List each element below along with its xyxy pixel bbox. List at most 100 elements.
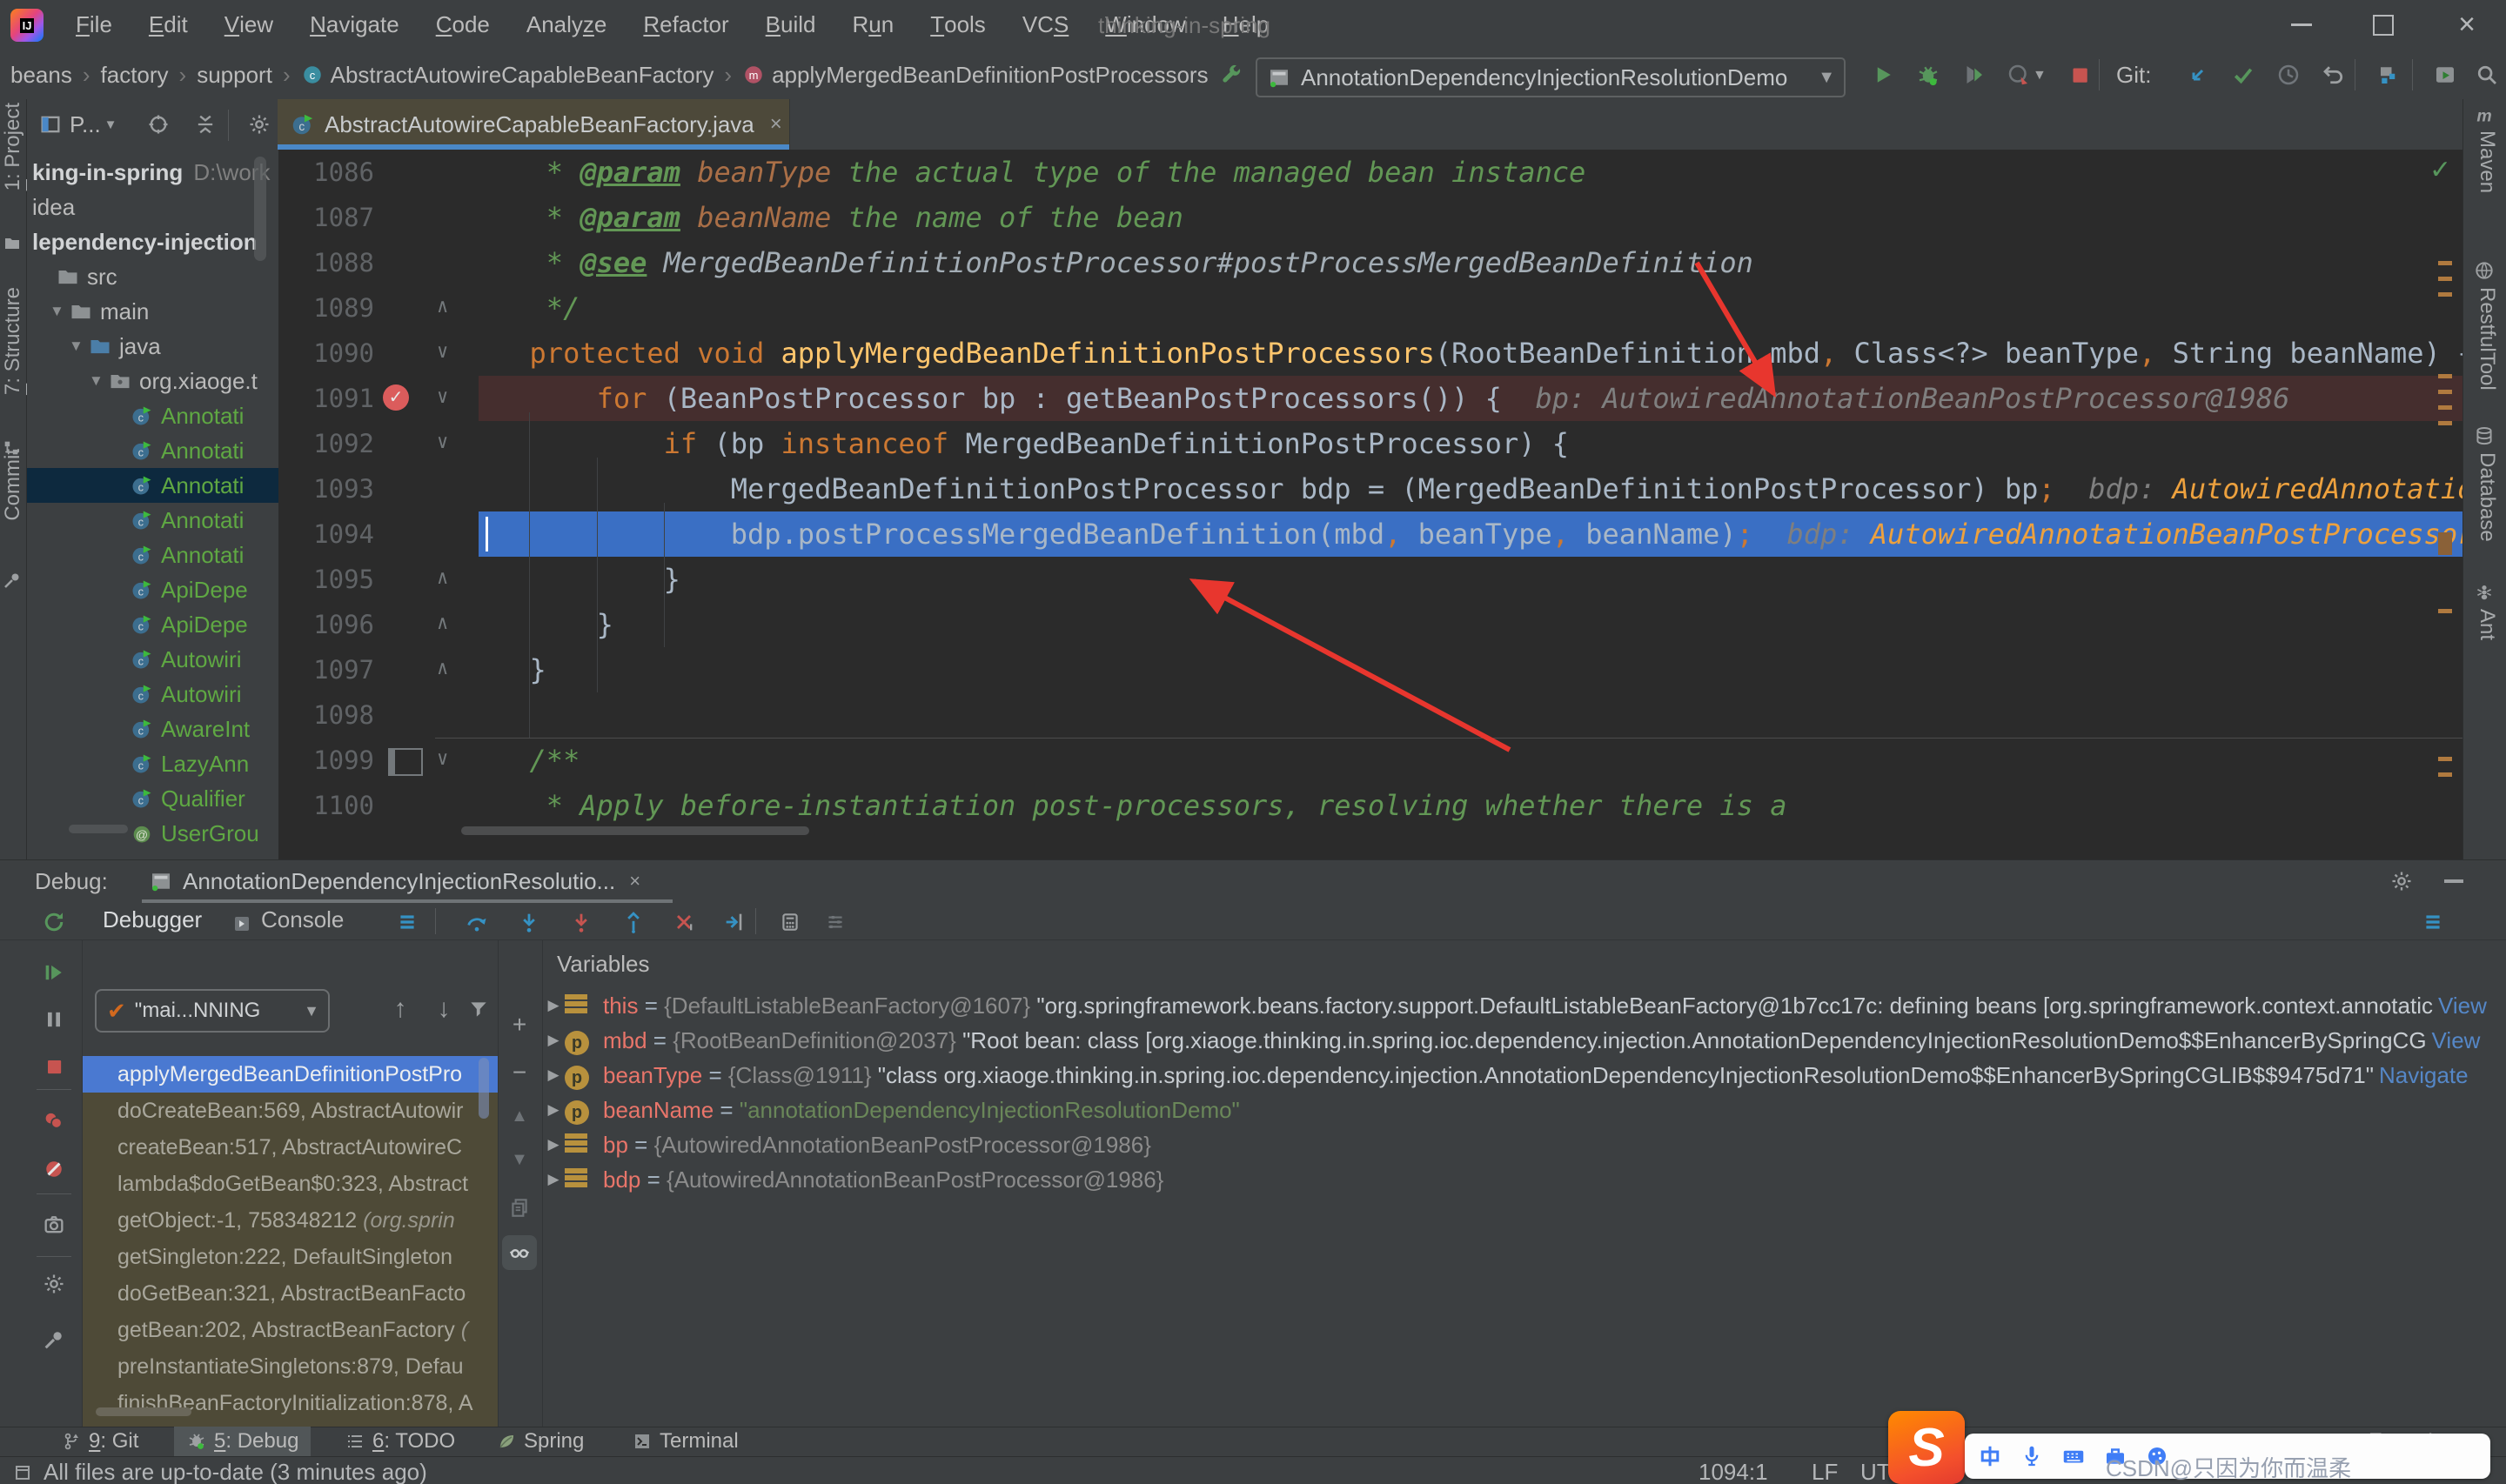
step-out-button[interactable] xyxy=(616,905,651,939)
menu-run[interactable]: Run xyxy=(834,0,913,50)
filter-frames-icon[interactable] xyxy=(461,992,496,1026)
frame-row[interactable]: lambda$doGetBean$0:323, Abstract xyxy=(83,1166,498,1202)
layout-settings-button[interactable] xyxy=(390,905,425,939)
expand-arrow-icon[interactable]: ▶ xyxy=(542,1066,565,1084)
tree-item[interactable]: src xyxy=(27,259,278,294)
code-line[interactable]: 1087 * @param beanName the name of the b… xyxy=(278,195,2462,240)
code-line[interactable]: 1093 MergedBeanDefinitionPostProcessor b… xyxy=(278,466,2462,511)
mute-breakpoints-button[interactable] xyxy=(37,1152,71,1187)
close-tab-icon[interactable]: × xyxy=(770,112,782,137)
stripe-restfultool[interactable]: RestfulTool xyxy=(2475,287,2499,391)
variable-row[interactable]: ▶bp = {AutowiredAnnotationBeanPostProces… xyxy=(542,1127,2496,1162)
breadcrumb-item[interactable]: beans xyxy=(7,62,76,89)
debugger-settings-button[interactable] xyxy=(37,1267,71,1301)
line-number[interactable]: 1093 xyxy=(278,466,374,511)
line-number[interactable]: 1099 xyxy=(278,738,374,783)
line-separator[interactable]: LF xyxy=(1812,1459,1838,1484)
code-line[interactable]: 1089∧ */ xyxy=(278,285,2462,331)
line-number[interactable]: 1086 xyxy=(278,150,374,195)
toolwindow-5-debug[interactable]: 5: Debug xyxy=(174,1427,311,1456)
frame-row[interactable]: getSingleton:222, DefaultSingleton xyxy=(83,1239,498,1275)
run-with-coverage-button[interactable] xyxy=(1953,50,1994,99)
stripe-7-structure[interactable]: 7: Structure xyxy=(1,287,25,395)
menu-view[interactable]: View xyxy=(206,0,291,50)
copy-stack-button[interactable] xyxy=(502,1190,537,1225)
history-button[interactable] xyxy=(2268,50,2309,99)
ime-lang-icon[interactable] xyxy=(1977,1443,2003,1469)
menu-vcs[interactable]: VCS xyxy=(1004,0,1087,50)
add-watch-button[interactable]: + xyxy=(502,1007,537,1042)
tab-console[interactable]: Console xyxy=(261,906,344,933)
variable-row[interactable]: ▶pbeanName = "annotationDependencyInject… xyxy=(542,1093,2496,1127)
frame-down-icon[interactable]: ↓ xyxy=(426,992,461,1026)
line-number[interactable]: 1088 xyxy=(278,240,374,285)
debug-button[interactable] xyxy=(1907,50,1949,99)
collapse-all-button[interactable] xyxy=(184,99,226,150)
ime-mic-icon[interactable] xyxy=(2019,1443,2045,1469)
line-number[interactable]: 1094 xyxy=(278,511,374,557)
stripe-ant[interactable]: Ant xyxy=(2475,609,2499,640)
debug-session-tab[interactable]: AnnotationDependencyInjectionResolutio..… xyxy=(148,863,640,899)
code-line[interactable]: 1097∧ } xyxy=(278,647,2462,692)
project-tree[interactable]: king-in-springD:\workidealependency-inje… xyxy=(27,150,279,859)
tree-item[interactable]: cApiDepe xyxy=(27,572,278,607)
line-number[interactable]: 1091 xyxy=(278,376,374,421)
toolwindow-terminal[interactable]: Terminal xyxy=(620,1427,751,1456)
tree-item[interactable]: ▼org.xiaoge.t xyxy=(27,364,278,398)
expand-arrow-icon[interactable]: ▶ xyxy=(542,1032,565,1049)
frames-hscrollbar[interactable] xyxy=(96,1407,191,1416)
menu-build[interactable]: Build xyxy=(747,0,834,50)
tree-expand-arrow[interactable]: ▼ xyxy=(50,303,64,320)
tree-expand-arrow[interactable]: ▼ xyxy=(89,372,104,390)
code-line[interactable]: 1091✓∨ for (BeanPostProcessor bp : getBe… xyxy=(278,376,2462,421)
breadcrumb-item[interactable]: support xyxy=(193,62,276,89)
code-line[interactable]: 1092∨ if (bp instanceof MergedBeanDefini… xyxy=(278,421,2462,466)
tree-item[interactable]: ▼main xyxy=(27,294,278,329)
console-layout-button[interactable] xyxy=(2416,905,2450,939)
breadcrumb-item[interactable]: factory xyxy=(97,62,172,89)
run-anything-button[interactable] xyxy=(2424,50,2466,99)
code-line[interactable]: 1099∨ /** xyxy=(278,738,2462,783)
tree-item[interactable]: cApiDepe xyxy=(27,607,278,642)
tree-item[interactable]: ▼java xyxy=(27,329,278,364)
editor-hscrollbar[interactable] xyxy=(461,826,809,835)
step-over-button[interactable] xyxy=(459,905,494,939)
code-line[interactable]: 1090∨ protected void applyMergedBeanDefi… xyxy=(278,331,2462,376)
profiler-chevron-icon[interactable]: ▼ xyxy=(2033,68,2047,84)
line-number[interactable]: 1090 xyxy=(278,331,374,376)
thread-selector[interactable]: ✔ "mai...NNING ▼ xyxy=(95,989,330,1033)
console-tab-icon[interactable] xyxy=(224,906,259,941)
run-configuration-select[interactable]: AnnotationDependencyInjectionResolutionD… xyxy=(1256,57,1846,97)
expand-arrow-icon[interactable]: ▶ xyxy=(542,1101,565,1119)
update-project-button[interactable] xyxy=(2177,50,2219,99)
variable-row[interactable]: ▶pbeanType = {Class@1911} "class org.xia… xyxy=(542,1058,2496,1093)
project-settings-button[interactable] xyxy=(238,99,280,150)
step-into-button[interactable] xyxy=(512,905,546,939)
search-everywhere-button[interactable] xyxy=(2466,50,2506,99)
variable-row[interactable]: ▶bdp = {AutowiredAnnotationBeanPostProce… xyxy=(542,1162,2496,1197)
expand-arrow-icon[interactable]: ▶ xyxy=(542,1136,565,1153)
run-to-cursor-button[interactable] xyxy=(717,905,752,939)
code-line[interactable]: 1098 xyxy=(278,692,2462,738)
project-view-selector[interactable]: P...▼ xyxy=(38,99,117,150)
tree-item[interactable]: cAnnotati xyxy=(27,468,278,503)
frame-row[interactable]: getObject:-1, 758348212 (org.sprin xyxy=(83,1202,498,1239)
minimize-button[interactable] xyxy=(2264,0,2339,50)
evaluate-expression-button[interactable] xyxy=(773,905,807,939)
pause-button[interactable] xyxy=(37,1002,71,1037)
line-number[interactable]: 1092 xyxy=(278,421,374,466)
tree-item[interactable]: cQualifier xyxy=(27,781,278,816)
breadcrumb-item[interactable]: cAbstractAutowireCapableBeanFactory xyxy=(298,62,718,89)
stripe-database[interactable]: Database xyxy=(2475,452,2499,542)
move-down-button[interactable]: ▼ xyxy=(502,1142,537,1177)
fold-marker-icon[interactable]: ∧ xyxy=(437,647,448,692)
stop-button[interactable] xyxy=(2059,50,2101,99)
fold-marker-icon[interactable]: ∧ xyxy=(437,285,448,331)
frame-row[interactable]: applyMergedBeanDefinitionPostPro xyxy=(83,1056,498,1093)
trace-settings-button[interactable] xyxy=(818,905,853,939)
tree-item[interactable]: @UserGrou xyxy=(27,816,278,851)
variable-view-link[interactable]: View xyxy=(2432,1027,2481,1054)
resume-button[interactable] xyxy=(37,955,71,990)
commit-button[interactable] xyxy=(2222,50,2264,99)
rerun-button[interactable] xyxy=(37,905,71,939)
